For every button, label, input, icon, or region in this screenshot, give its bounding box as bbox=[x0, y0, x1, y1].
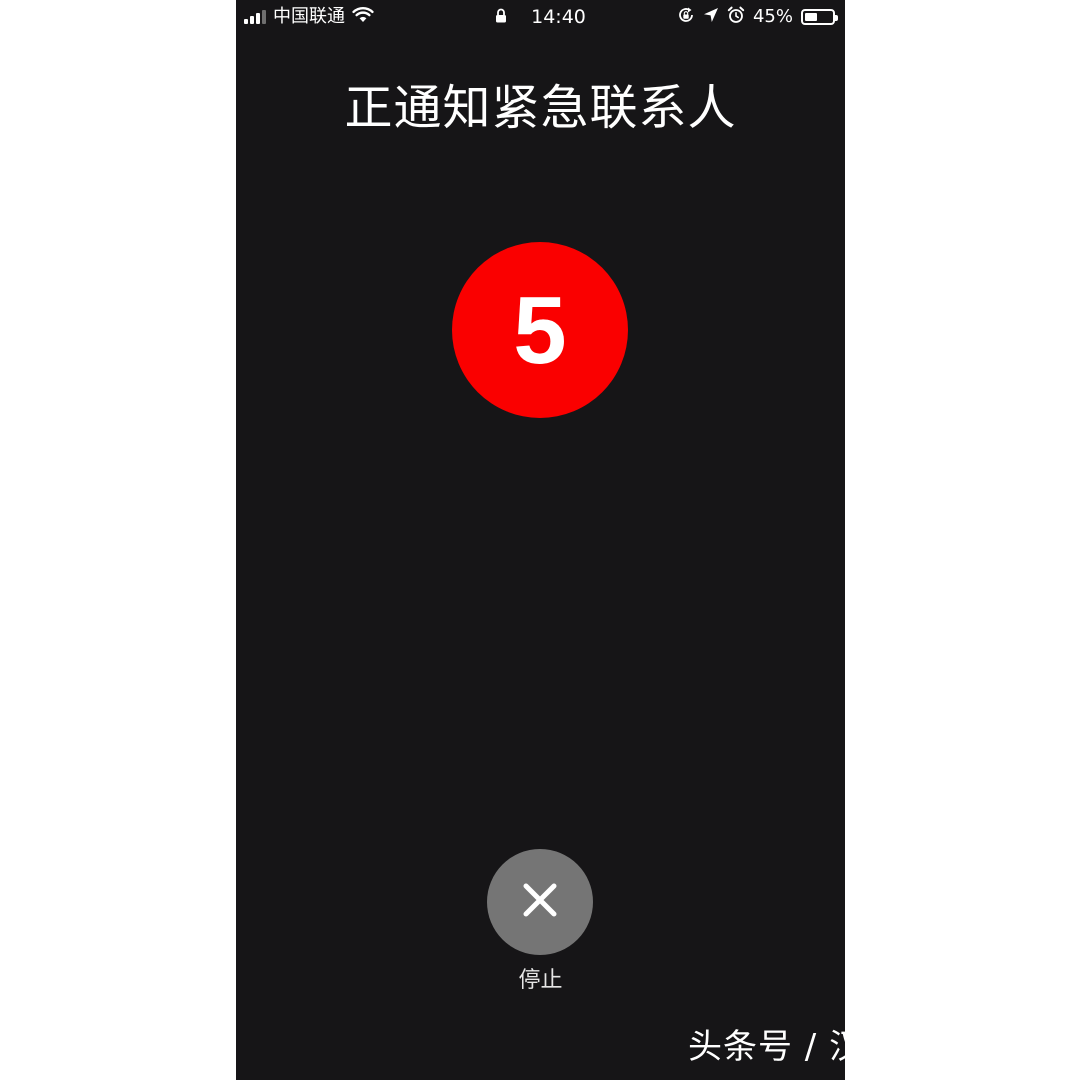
status-bar-right: 45% bbox=[677, 6, 838, 28]
alarm-icon bbox=[727, 6, 745, 28]
watermark-text: 头条号 / 汉圈老油条 bbox=[688, 1027, 1005, 1067]
screenshot-canvas: 中国联通 14:40 45% 正通知紧急联系人 5 停止 头条号 / 汉圈老油条 bbox=[0, 0, 1080, 1080]
status-bar: 中国联通 14:40 45% bbox=[236, 0, 845, 34]
rotation-lock-icon bbox=[677, 6, 695, 28]
close-icon bbox=[520, 880, 560, 924]
countdown-number: 5 bbox=[513, 277, 567, 384]
page-title: 正通知紧急联系人 bbox=[344, 80, 737, 136]
battery-fill bbox=[805, 13, 817, 21]
countdown-circle: 5 bbox=[452, 242, 628, 418]
battery-nub bbox=[835, 15, 838, 21]
battery-icon bbox=[801, 9, 838, 25]
phone-screen: 中国联通 14:40 45% 正通知紧急联系人 5 停止 bbox=[236, 0, 845, 1080]
battery-percent: 45% bbox=[752, 6, 793, 27]
status-time: 14:40 bbox=[531, 6, 586, 28]
location-icon bbox=[703, 7, 719, 27]
stop-button[interactable] bbox=[487, 849, 593, 955]
lock-icon bbox=[495, 8, 507, 27]
stop-label: 停止 bbox=[518, 968, 563, 993]
